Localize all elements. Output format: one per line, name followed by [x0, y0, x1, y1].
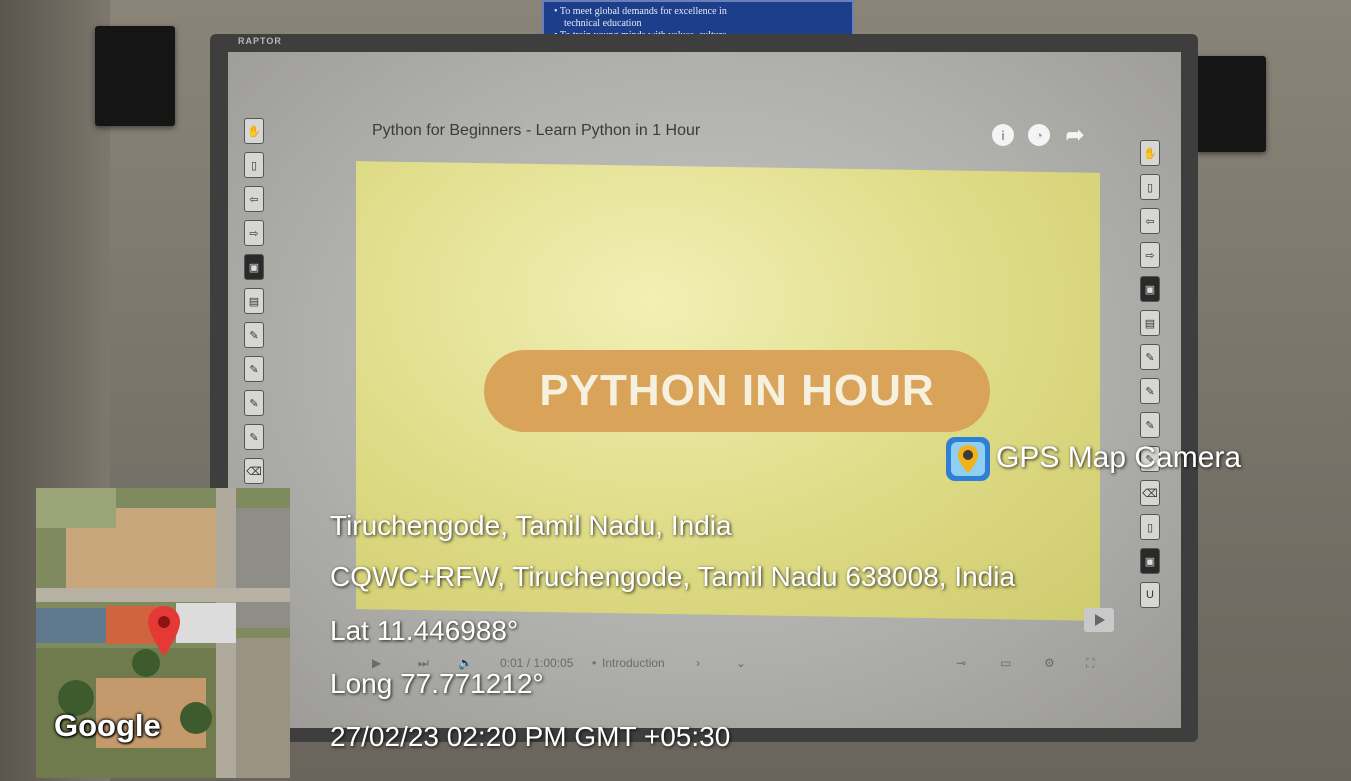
longitude: Long 77.771212°: [330, 668, 544, 699]
clock-icon[interactable]: ◔: [1028, 124, 1050, 146]
captions-icon[interactable]: ▭: [1000, 656, 1011, 670]
notice-line: • To meet global demands for excellence …: [554, 6, 727, 17]
hand-tool-icon[interactable]: ✋: [244, 118, 264, 144]
gear-icon[interactable]: ⚙: [1044, 656, 1055, 670]
page-tool-icon[interactable]: ▯: [1140, 174, 1160, 200]
info-icon[interactable]: i: [992, 124, 1014, 146]
pen-tool-icon[interactable]: ✎: [244, 390, 264, 416]
left-speaker: [95, 26, 175, 126]
chapter-chevron-icon: ›: [696, 656, 700, 670]
board-brand: RAPTOR: [238, 36, 282, 46]
map-marker-icon: [148, 606, 180, 656]
pen-tool-icon[interactable]: ✎: [1140, 412, 1160, 438]
left-board-toolbar: ✋ ▯ ⇦ ⇨ ▣ ▤ ✎ ✎ ✎ ✎ ⌫: [244, 118, 266, 484]
video-header-icons: i ◔ ➦: [992, 122, 1086, 147]
next-page-icon[interactable]: ⇨: [1140, 242, 1160, 268]
page-tool-icon[interactable]: ▯: [244, 152, 264, 178]
next-page-icon[interactable]: ⇨: [244, 220, 264, 246]
notice-line: technical education: [564, 18, 642, 29]
latitude: Lat 11.446988°: [330, 615, 519, 646]
timestamp: 27/02/23 02:20 PM GMT +05:30: [330, 721, 731, 752]
screen-tool-icon[interactable]: ▣: [244, 254, 264, 280]
pen-tool-icon[interactable]: ✎: [1140, 378, 1160, 404]
screen-tool-icon[interactable]: ▣: [1140, 548, 1160, 574]
prev-page-icon[interactable]: ⇦: [1140, 208, 1160, 234]
pen-tool-icon[interactable]: ✎: [244, 322, 264, 348]
right-speaker: [1196, 56, 1266, 152]
underline-tool-icon[interactable]: U: [1140, 582, 1160, 608]
right-board-toolbar: ✋ ▯ ⇦ ⇨ ▣ ▤ ✎ ✎ ✎ ✎ ⌫ ▯ ▣ U: [1140, 140, 1162, 608]
eraser-tool-icon[interactable]: ⌫: [1140, 480, 1160, 506]
place-name: Tiruchengode, Tamil Nadu, India: [330, 510, 732, 541]
gps-app-name: GPS Map Camera: [996, 441, 1242, 474]
chevron-down-icon[interactable]: ⌄: [736, 656, 746, 670]
pen-tool-icon[interactable]: ✎: [244, 424, 264, 450]
youtube-logo-icon: [1084, 608, 1114, 632]
screen-tool-icon[interactable]: ▣: [1140, 276, 1160, 302]
chapter-label[interactable]: Introduction: [602, 656, 665, 670]
hand-tool-icon[interactable]: ✋: [1140, 140, 1160, 166]
page-tool-icon[interactable]: ▯: [1140, 514, 1160, 540]
gps-map-camera-logo-icon: [946, 437, 990, 481]
pen-tool-icon[interactable]: ✎: [244, 356, 264, 382]
pen-tool-icon[interactable]: ✎: [1140, 344, 1160, 370]
video-title: Python for Beginners - Learn Python in 1…: [372, 122, 701, 139]
prev-page-icon[interactable]: ⇦: [244, 186, 264, 212]
street-address: CQWC+RFW, Tiruchengode, Tamil Nadu 63800…: [330, 561, 1016, 592]
slide-title-pill: PYTHON IN HOUR: [484, 350, 990, 432]
google-attribution: Google: [54, 708, 161, 743]
fullscreen-exit-icon[interactable]: ⛶: [1086, 656, 1094, 671]
eraser-tool-icon[interactable]: ⌫: [244, 458, 264, 484]
share-icon[interactable]: ➦: [1064, 122, 1086, 147]
capture-tool-icon[interactable]: ▤: [244, 288, 264, 314]
chapter-separator: •: [592, 656, 597, 670]
autoplay-toggle-icon[interactable]: ⊸: [956, 656, 966, 670]
capture-tool-icon[interactable]: ▤: [1140, 310, 1160, 336]
